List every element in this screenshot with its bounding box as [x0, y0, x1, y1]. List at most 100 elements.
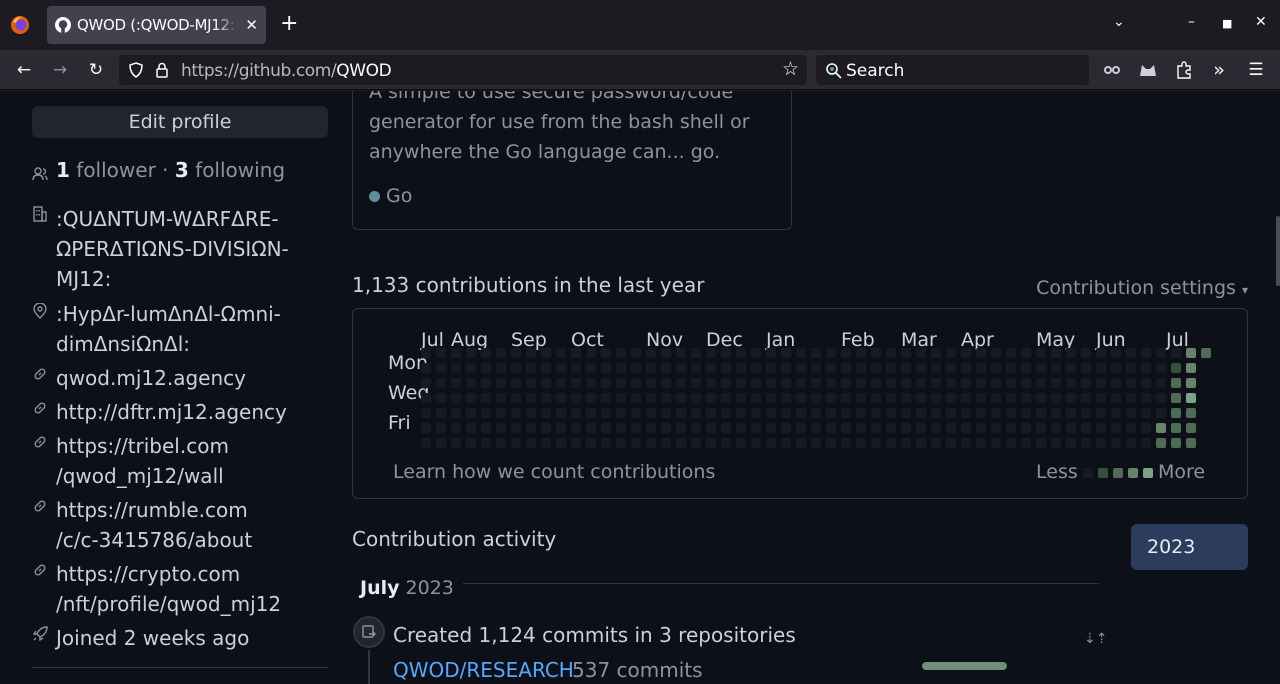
contribution-day-cell[interactable] — [1036, 423, 1046, 433]
contribution-day-cell[interactable] — [931, 378, 941, 388]
contribution-day-cell[interactable] — [1096, 348, 1106, 358]
contribution-day-cell[interactable] — [691, 363, 701, 373]
contribution-day-cell[interactable] — [946, 348, 956, 358]
contribution-day-cell[interactable] — [721, 408, 731, 418]
contribution-day-cell[interactable] — [511, 423, 521, 433]
contribution-day-cell[interactable] — [886, 348, 896, 358]
contribution-day-cell[interactable] — [1051, 393, 1061, 403]
repo-commit-count[interactable]: 537 commits — [572, 658, 703, 682]
contribution-day-cell[interactable] — [766, 423, 776, 433]
contribution-day-cell[interactable] — [751, 438, 761, 448]
repo-link-research[interactable]: QWOD/RESEARCH — [393, 658, 574, 682]
contribution-day-cell[interactable] — [706, 408, 716, 418]
contribution-day-cell[interactable] — [976, 348, 986, 358]
contribution-day-cell[interactable] — [1081, 393, 1091, 403]
reload-icon[interactable]: ↻ — [85, 59, 107, 81]
contribution-day-cell[interactable] — [856, 393, 866, 403]
contribution-day-cell[interactable] — [976, 408, 986, 418]
contribution-day-cell[interactable] — [871, 393, 881, 403]
contribution-day-cell[interactable] — [661, 393, 671, 403]
contribution-day-cell[interactable] — [841, 348, 851, 358]
contribution-day-cell[interactable] — [646, 438, 656, 448]
contribution-day-cell[interactable] — [1156, 348, 1166, 358]
contribution-day-cell[interactable] — [511, 348, 521, 358]
contribution-day-cell[interactable] — [1006, 363, 1016, 373]
contribution-day-cell[interactable] — [901, 378, 911, 388]
tab-close-icon[interactable]: ✕ — [245, 16, 258, 34]
contribution-day-cell[interactable] — [736, 378, 746, 388]
contribution-day-cell[interactable] — [901, 348, 911, 358]
contribution-day-cell[interactable] — [601, 378, 611, 388]
contribution-day-cell[interactable] — [841, 393, 851, 403]
contribution-day-cell[interactable] — [511, 363, 521, 373]
link-3-line-2[interactable]: /qwod_mj12/wall — [56, 461, 229, 491]
contribution-day-cell[interactable] — [1111, 408, 1121, 418]
contribution-day-cell[interactable] — [496, 363, 506, 373]
contribution-day-cell[interactable] — [586, 393, 596, 403]
contribution-day-cell[interactable] — [601, 408, 611, 418]
contribution-day-cell[interactable] — [1036, 348, 1046, 358]
contribution-day-cell[interactable] — [796, 378, 806, 388]
contribution-day-cell[interactable] — [631, 378, 641, 388]
contribution-settings-dropdown[interactable]: Contribution settings ▾ — [1036, 277, 1248, 299]
contribution-day-cell[interactable] — [811, 348, 821, 358]
contribution-day-cell[interactable] — [736, 408, 746, 418]
contribution-day-cell[interactable] — [571, 423, 581, 433]
contribution-day-cell[interactable] — [1171, 378, 1181, 388]
contribution-day-cell[interactable] — [556, 423, 566, 433]
contribution-day-cell[interactable] — [421, 348, 431, 358]
contribution-day-cell[interactable] — [616, 363, 626, 373]
contribution-day-cell[interactable] — [1126, 408, 1136, 418]
contribution-day-cell[interactable] — [586, 363, 596, 373]
contribution-day-cell[interactable] — [961, 393, 971, 403]
contribution-day-cell[interactable] — [496, 423, 506, 433]
contribution-day-cell[interactable] — [466, 363, 476, 373]
contribution-day-cell[interactable] — [616, 378, 626, 388]
contribution-day-cell[interactable] — [1171, 423, 1181, 433]
contribution-day-cell[interactable] — [721, 363, 731, 373]
contribution-day-cell[interactable] — [916, 438, 926, 448]
contribution-day-cell[interactable] — [826, 408, 836, 418]
contribution-day-cell[interactable] — [1186, 393, 1196, 403]
contribution-day-cell[interactable] — [946, 423, 956, 433]
bookmark-star-icon[interactable]: ☆ — [782, 58, 799, 80]
contribution-day-cell[interactable] — [901, 393, 911, 403]
contribution-day-cell[interactable] — [496, 438, 506, 448]
contribution-day-cell[interactable] — [751, 408, 761, 418]
contribution-day-cell[interactable] — [946, 393, 956, 403]
contribution-day-cell[interactable] — [961, 408, 971, 418]
contribution-day-cell[interactable] — [736, 348, 746, 358]
contribution-day-cell[interactable] — [976, 378, 986, 388]
contribution-day-cell[interactable] — [481, 393, 491, 403]
contribution-day-cell[interactable] — [661, 438, 671, 448]
contribution-day-cell[interactable] — [826, 423, 836, 433]
contribution-day-cell[interactable] — [841, 438, 851, 448]
contribution-day-cell[interactable] — [781, 378, 791, 388]
contribution-day-cell[interactable] — [436, 408, 446, 418]
contribution-day-cell[interactable] — [496, 348, 506, 358]
contribution-day-cell[interactable] — [991, 438, 1001, 448]
contribution-day-cell[interactable] — [946, 378, 956, 388]
contribution-day-cell[interactable] — [721, 423, 731, 433]
contribution-day-cell[interactable] — [841, 378, 851, 388]
contribution-day-cell[interactable] — [946, 438, 956, 448]
contribution-day-cell[interactable] — [781, 393, 791, 403]
contribution-day-cell[interactable] — [676, 423, 686, 433]
contribution-day-cell[interactable] — [436, 423, 446, 433]
contribution-day-cell[interactable] — [841, 363, 851, 373]
contribution-day-cell[interactable] — [556, 438, 566, 448]
contribution-day-cell[interactable] — [661, 348, 671, 358]
contribution-day-cell[interactable] — [676, 408, 686, 418]
profile-link-5[interactable]: https://crypto.com /nft/profile/qwod_mj1… — [56, 559, 281, 619]
contribution-day-cell[interactable] — [541, 423, 551, 433]
contribution-day-cell[interactable] — [691, 408, 701, 418]
contribution-day-cell[interactable] — [961, 348, 971, 358]
contribution-day-cell[interactable] — [1111, 423, 1121, 433]
contribution-day-cell[interactable] — [631, 438, 641, 448]
contribution-day-cell[interactable] — [811, 378, 821, 388]
contribution-day-cell[interactable] — [796, 363, 806, 373]
contribution-day-cell[interactable] — [1126, 363, 1136, 373]
contribution-day-cell[interactable] — [556, 408, 566, 418]
contribution-day-cell[interactable] — [841, 408, 851, 418]
contribution-day-cell[interactable] — [1066, 408, 1076, 418]
